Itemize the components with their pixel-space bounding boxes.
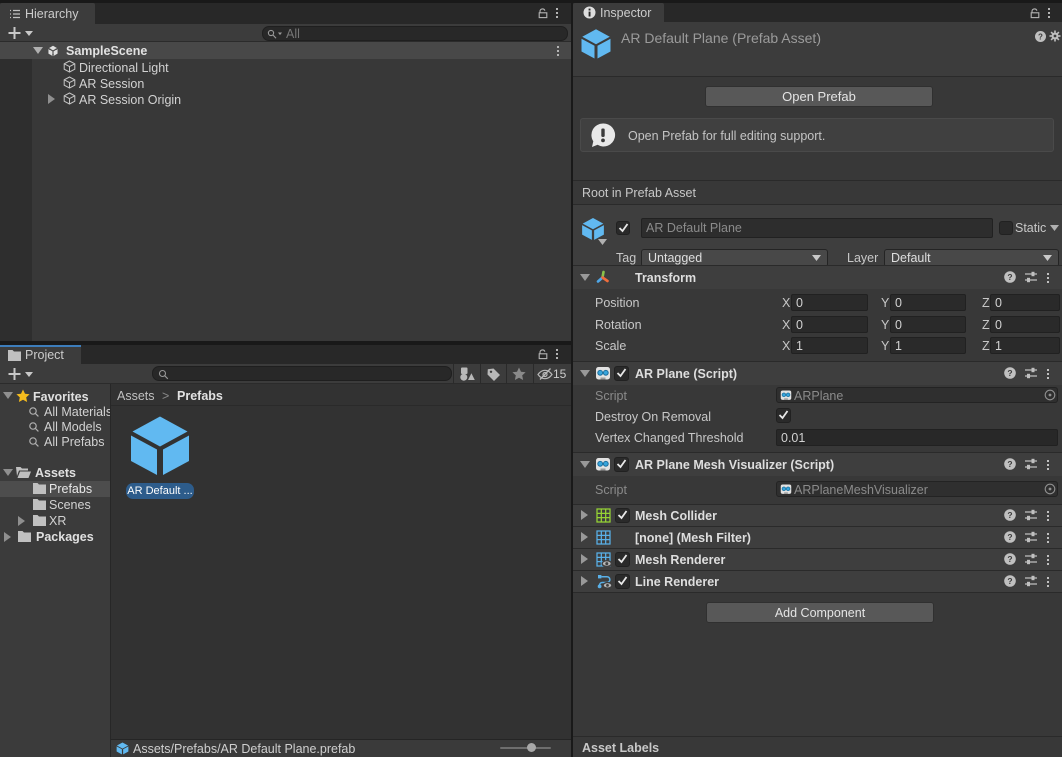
svg-text:?: ? (1007, 510, 1012, 520)
svg-text:?: ? (1007, 272, 1012, 282)
svg-text:?: ? (1007, 532, 1012, 542)
svg-text:?: ? (1007, 459, 1012, 469)
svg-text:?: ? (1007, 554, 1012, 564)
svg-text:?: ? (1038, 32, 1043, 41)
svg-text:?: ? (1007, 576, 1012, 586)
svg-text:?: ? (1007, 368, 1012, 378)
